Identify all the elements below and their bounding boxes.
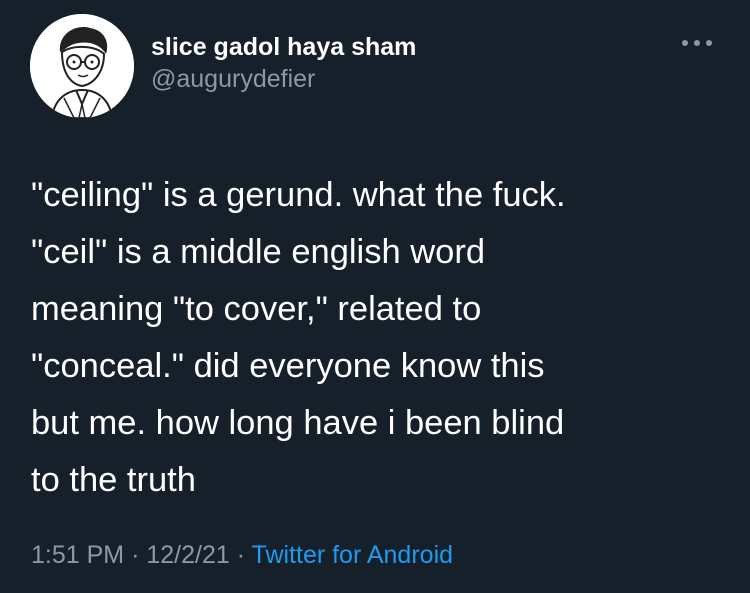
more-dot-icon <box>682 40 688 46</box>
display-name[interactable]: slice gadol haya sham <box>151 32 416 62</box>
tweet-card: slice gadol haya sham @augurydefier "cei… <box>0 0 750 593</box>
cartoon-avatar-icon <box>30 14 134 118</box>
tweet-metadata: 1:51 PM · 12/2/21 · Twitter for Android <box>31 540 453 570</box>
user-names: slice gadol haya sham @augurydefier <box>151 32 416 94</box>
meta-separator: · <box>131 541 140 569</box>
user-handle[interactable]: @augurydefier <box>151 64 416 94</box>
tweet-header: slice gadol haya sham @augurydefier <box>30 14 720 118</box>
tweet-text: "ceiling" is a gerund. what the fuck. "c… <box>31 176 566 499</box>
avatar[interactable] <box>30 14 134 118</box>
more-horizontal-icon[interactable] <box>682 38 712 48</box>
tweet-date[interactable]: 12/2/21 <box>146 541 229 569</box>
more-dot-icon <box>694 40 700 46</box>
tweet-source-link[interactable]: Twitter for Android <box>252 541 453 569</box>
tweet-time[interactable]: 1:51 PM <box>31 541 124 569</box>
more-dot-icon <box>706 40 712 46</box>
meta-separator: · <box>236 541 246 569</box>
